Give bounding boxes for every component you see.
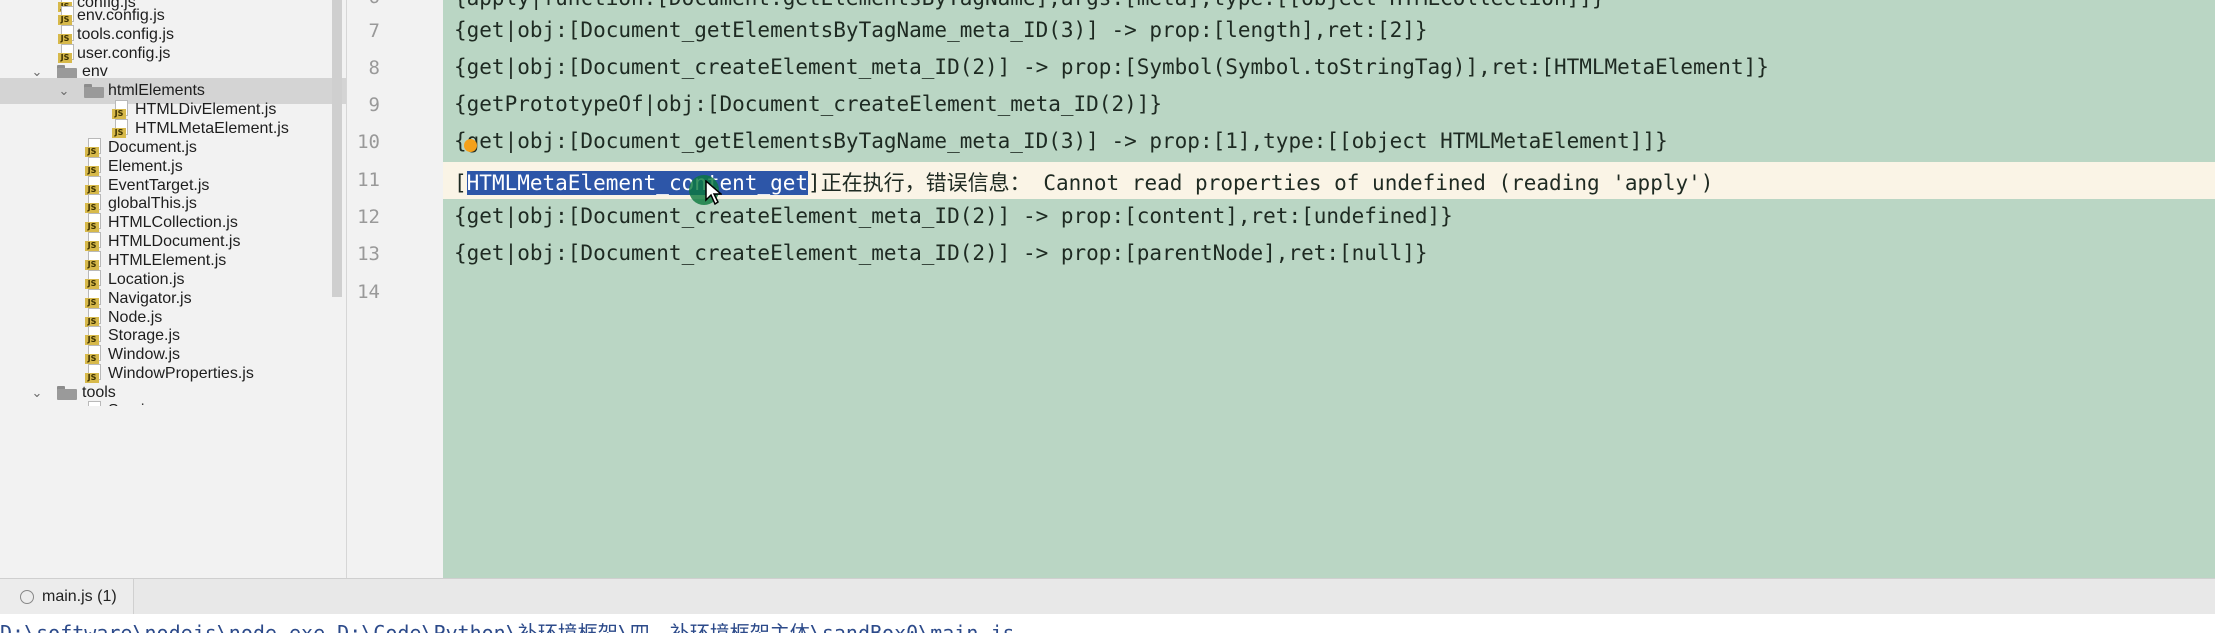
tree-item-label: Service (108, 402, 162, 419)
code-line: {getPrototypeOf|obj:[Document_createElem… (454, 92, 1163, 116)
line-number: 6 (348, 0, 380, 8)
code-line: {get|obj:[Document_createElement_meta_ID… (454, 55, 1769, 79)
bracket-open: [ (454, 171, 467, 195)
bracket-close: ] (808, 171, 821, 195)
mouse-pointer-icon (705, 180, 722, 206)
code-line: {get|obj:[Document_createElement_meta_ID… (454, 241, 1428, 265)
chevron-down-icon[interactable]: ⌄ (30, 386, 44, 400)
bottom-tab-bar: main.js (1) (0, 578, 2215, 615)
folder-icon (84, 84, 104, 98)
line-number: 14 (357, 281, 380, 303)
line-number: 9 (368, 94, 380, 116)
tab-main-js[interactable]: main.js (1) (0, 579, 134, 615)
line-number: 7 (368, 20, 380, 42)
code-line: {get|obj:[Document_getElementsByTagName_… (454, 129, 1668, 153)
run-config-icon (20, 590, 34, 604)
code-line: {get|obj:[Document_getElementsByTagName_… (454, 18, 1428, 42)
line-number: 10 (357, 131, 380, 153)
line-number: 12 (357, 206, 380, 228)
console-output: D:\software\nodejs\node.exe D:\Code\Pyth… (0, 614, 2215, 633)
line-number: 13 (357, 243, 380, 265)
code-editor[interactable] (443, 0, 2215, 578)
folder-icon (57, 386, 77, 400)
chevron-down-icon[interactable]: ⌄ (30, 65, 44, 79)
console-line: D:\software\nodejs\node.exe D:\Code\Pyth… (0, 621, 1015, 633)
sidebar-scrollbar[interactable] (332, 0, 342, 297)
line-number: 11 (357, 169, 380, 191)
error-message: Cannot read properties of undefined (rea… (1030, 171, 1714, 195)
code-line: {apply|function:[Document.getElementsByT… (454, 0, 1605, 10)
tree-item-service[interactable]: JS Service (0, 398, 346, 419)
error-prefix: 正在执行，错误信息： (820, 171, 1031, 195)
breakpoint-icon[interactable] (464, 139, 477, 152)
js-file-icon: JS (85, 401, 101, 406)
project-tree: JS config.js JS env.config.js JS tools.c… (0, 0, 347, 578)
folder-icon (57, 65, 77, 79)
selected-text[interactable]: HTMLMetaElement_content_get (466, 171, 809, 195)
code-line-current: [HTMLMetaElement_content_get]正在执行，错误信息： … (454, 167, 1713, 197)
tab-label: main.js (1) (42, 588, 117, 605)
chevron-down-icon[interactable]: ⌄ (57, 84, 71, 98)
line-number: 8 (368, 57, 380, 79)
code-line: {get|obj:[Document_createElement_meta_ID… (454, 204, 1453, 228)
